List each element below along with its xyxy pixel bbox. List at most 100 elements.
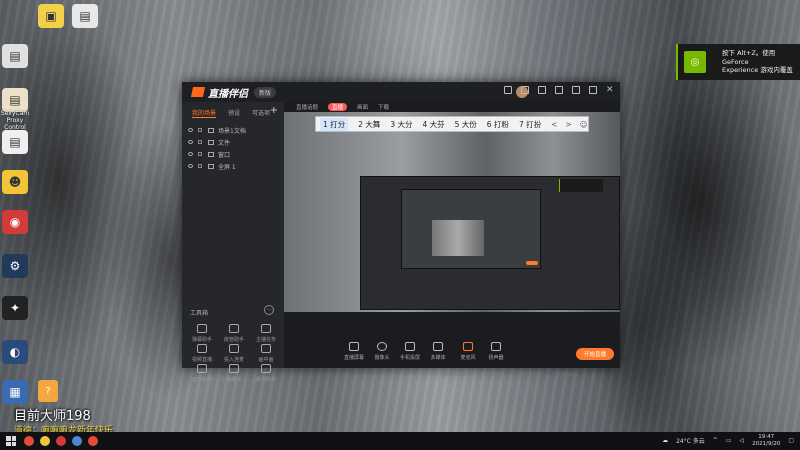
close-button[interactable]: ✕	[606, 86, 614, 95]
document-icon[interactable]: ▤	[2, 88, 28, 112]
document-icon[interactable]: ▤	[72, 4, 98, 28]
nested-capture	[360, 176, 620, 310]
settings-icon[interactable]	[504, 86, 512, 94]
titlebar[interactable]: 直播伴侣 新版 ✕	[182, 82, 620, 102]
tool-pip[interactable]: 画中画	[250, 344, 282, 363]
app-taskbar-icon[interactable]	[72, 436, 82, 446]
windows-start-icon[interactable]	[4, 434, 18, 448]
multimedia-button[interactable]: 多媒体	[424, 342, 452, 361]
maximize-button[interactable]	[589, 86, 597, 94]
left-panel: 我的场景 预设 可选项 + 场景1文档 文件 窗口 全屏 1 工具箱 ··· 弹…	[182, 102, 284, 383]
app-taskbar-icon[interactable]	[88, 436, 98, 446]
file-icon[interactable]: ▤	[2, 130, 28, 154]
preview-tab[interactable]: 画面	[357, 103, 368, 111]
eye-icon[interactable]	[188, 140, 193, 144]
tool-co-host[interactable]: 投入连麦	[218, 344, 250, 363]
tool-lyrics[interactable]: 歌词助手	[250, 364, 282, 383]
phone-cast-button[interactable]: 手机投屏	[396, 342, 424, 361]
cloud-icon[interactable]: ☁	[662, 437, 668, 444]
status-cpu: CPU:12%	[518, 372, 540, 377]
tool-video-live[interactable]: 视频直播	[186, 344, 218, 363]
task-icon	[261, 324, 271, 333]
netease-music-icon[interactable]: ◉	[2, 210, 28, 234]
tool-danmu-helper[interactable]: 弹幕助手	[186, 324, 218, 343]
source-icon	[208, 139, 214, 145]
live-pill[interactable]: 直播	[328, 103, 348, 111]
lock-icon[interactable]	[198, 152, 202, 156]
taskbar-pinned	[24, 436, 98, 446]
preview-tab[interactable]: 直播话题	[296, 103, 318, 111]
screen-capture-button[interactable]: 直播屏幕	[340, 342, 368, 361]
app-taskbar-icon[interactable]	[24, 436, 34, 446]
version-badge[interactable]: 新版	[254, 86, 277, 98]
network-icon[interactable]: ▭	[726, 437, 732, 444]
skin-icon[interactable]	[538, 86, 546, 94]
camera-icon	[377, 342, 387, 351]
eye-icon[interactable]	[188, 128, 193, 132]
speaker-button[interactable]: 扬声器	[482, 342, 510, 361]
add-scene-icon[interactable]: +	[270, 105, 278, 116]
preview-tab[interactable]: 下载	[378, 103, 389, 111]
chevron-up-icon[interactable]: ^	[713, 437, 718, 444]
go-live-button[interactable]: 开始直播	[576, 348, 614, 360]
app-icon[interactable]: ▦	[2, 380, 28, 404]
tool-label: 弹幕助手	[191, 337, 212, 343]
app-icon[interactable]: ◐	[2, 340, 28, 364]
button-label: 摄像头	[374, 355, 390, 361]
nested-go-live-button	[526, 261, 538, 265]
minimize-button[interactable]	[572, 86, 580, 94]
scene-item[interactable]: 窗口	[182, 148, 284, 160]
ime-emoji-icon[interactable]: ☺	[580, 120, 588, 129]
ime-candidate[interactable]: 3 大分	[390, 119, 412, 130]
streamer-name: 目前大师198	[14, 409, 91, 424]
scene-item[interactable]: 全屏 1	[182, 160, 284, 172]
message-icon[interactable]	[521, 86, 529, 94]
source-icon	[208, 151, 214, 157]
nvidia-notification[interactable]: ◎ 按下 Alt+Z。使用 GeForce Experience 游戏内覆盖	[676, 44, 800, 80]
ime-candidate[interactable]: 2 大舞	[358, 119, 380, 130]
more-tools-icon[interactable]: ···	[264, 305, 274, 315]
tool-anchor-task[interactable]: 主播任务	[250, 324, 282, 343]
ime-candidate[interactable]: 4 大芬	[422, 119, 444, 130]
volume-icon[interactable]: ◁	[740, 437, 745, 444]
menu-icon[interactable]	[555, 86, 563, 94]
danmu-icon	[197, 324, 207, 333]
scene-item[interactable]: 场景1文档	[182, 124, 284, 136]
ime-candidate[interactable]: 7 打扮	[519, 119, 541, 130]
tab-options[interactable]: 可选项	[252, 108, 270, 118]
app-taskbar-icon[interactable]	[56, 436, 66, 446]
ime-next-page-icon[interactable]: >	[565, 120, 571, 129]
lock-icon[interactable]	[198, 128, 202, 132]
microphone-button[interactable]: 麦克风	[454, 342, 482, 361]
tab-presets[interactable]: 预设	[228, 108, 240, 118]
clock[interactable]: 19:47 2021/9/20	[752, 434, 780, 447]
steam-icon[interactable]: ⚙	[2, 254, 28, 278]
notification-icon[interactable]: ▢	[788, 437, 794, 444]
ime-candidate[interactable]: 1 打分	[320, 117, 349, 131]
microphone-icon	[463, 342, 473, 351]
screen-capture-preview[interactable]	[284, 112, 620, 312]
ime-candidate[interactable]: 6 打粉	[487, 119, 509, 130]
nvidia-logo-icon: ◎	[684, 51, 706, 73]
app-icon[interactable]: ✦	[2, 296, 28, 320]
lock-icon[interactable]	[198, 164, 202, 168]
camera-button[interactable]: 摄像头	[368, 342, 396, 361]
app-brand: 直播伴侣	[208, 88, 248, 100]
hot-topic-footer[interactable]: 火热直播中话题热门榜	[190, 376, 240, 383]
game-icon[interactable]: ☻	[2, 170, 28, 194]
source-icon	[208, 163, 214, 169]
folder-icon[interactable]: ?	[38, 380, 58, 402]
weather-text[interactable]: 24°C 多云	[676, 436, 705, 445]
tool-room-admin[interactable]: 房管助手	[218, 324, 250, 343]
ime-prev-page-icon[interactable]: <	[551, 120, 557, 129]
eye-icon[interactable]	[188, 164, 193, 168]
tab-my-scenes[interactable]: 我的场景	[192, 108, 217, 118]
app-taskbar-icon[interactable]	[40, 436, 50, 446]
ime-candidate[interactable]: 5 大份	[455, 119, 477, 130]
file-icon[interactable]: ▤	[2, 44, 28, 68]
folder-icon[interactable]: ▣	[38, 4, 64, 28]
eye-icon[interactable]	[188, 152, 193, 156]
lock-icon[interactable]	[198, 140, 202, 144]
scene-item[interactable]: 文件	[182, 136, 284, 148]
taskbar: ☁ 24°C 多云 ^ ▭ ◁ 19:47 2021/9/20 ▢	[0, 432, 800, 450]
